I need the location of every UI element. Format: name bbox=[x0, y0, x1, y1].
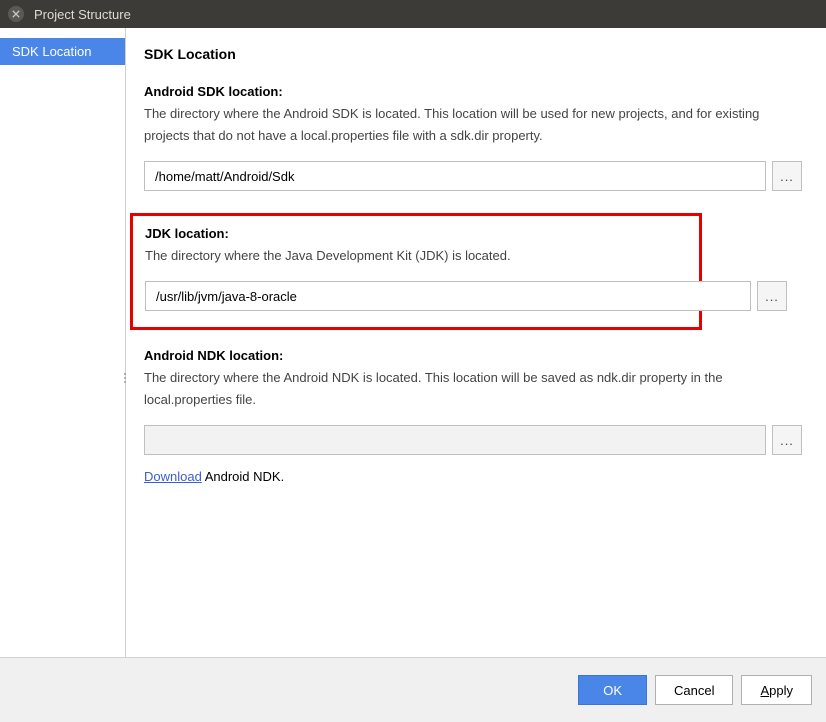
apply-rest: pply bbox=[769, 683, 793, 698]
cancel-button[interactable]: Cancel bbox=[655, 675, 733, 705]
android-ndk-label: Android NDK location: bbox=[144, 348, 802, 363]
android-sdk-section: Android SDK location: The directory wher… bbox=[144, 84, 802, 191]
jdk-highlight-box: JDK location: The directory where the Ja… bbox=[130, 213, 702, 330]
android-ndk-browse-button[interactable]: ... bbox=[772, 425, 802, 455]
ok-button[interactable]: OK bbox=[578, 675, 647, 705]
jdk-browse-button[interactable]: ... bbox=[757, 281, 787, 311]
android-sdk-browse-button[interactable]: ... bbox=[772, 161, 802, 191]
jdk-desc: The directory where the Java Development… bbox=[145, 245, 687, 267]
close-icon[interactable] bbox=[8, 6, 24, 22]
ndk-download-suffix: Android NDK. bbox=[202, 469, 284, 484]
dialog-body: SDK Location SDK Location Android SDK lo… bbox=[0, 28, 826, 658]
sidebar-item-label: SDK Location bbox=[12, 44, 92, 59]
window-title: Project Structure bbox=[34, 7, 131, 22]
android-sdk-label: Android SDK location: bbox=[144, 84, 802, 99]
sidebar-item-sdk-location[interactable]: SDK Location bbox=[0, 38, 125, 65]
jdk-label: JDK location: bbox=[145, 226, 687, 241]
titlebar: Project Structure bbox=[0, 0, 826, 28]
main-panel: SDK Location Android SDK location: The d… bbox=[126, 28, 826, 657]
page-title: SDK Location bbox=[144, 46, 802, 62]
apply-button[interactable]: Apply bbox=[741, 675, 812, 705]
android-sdk-desc: The directory where the Android SDK is l… bbox=[144, 103, 802, 147]
android-ndk-desc: The directory where the Android NDK is l… bbox=[144, 367, 802, 411]
ndk-download-link[interactable]: Download bbox=[144, 469, 202, 484]
android-ndk-section: Android NDK location: The directory wher… bbox=[144, 348, 802, 484]
sidebar: SDK Location bbox=[0, 28, 126, 657]
ndk-download-line: Download Android NDK. bbox=[144, 469, 802, 484]
sidebar-resize-handle[interactable] bbox=[121, 368, 129, 388]
dialog-footer: OK Cancel Apply bbox=[0, 658, 826, 722]
jdk-input[interactable] bbox=[145, 281, 751, 311]
android-ndk-input[interactable] bbox=[144, 425, 766, 455]
android-sdk-input[interactable] bbox=[144, 161, 766, 191]
